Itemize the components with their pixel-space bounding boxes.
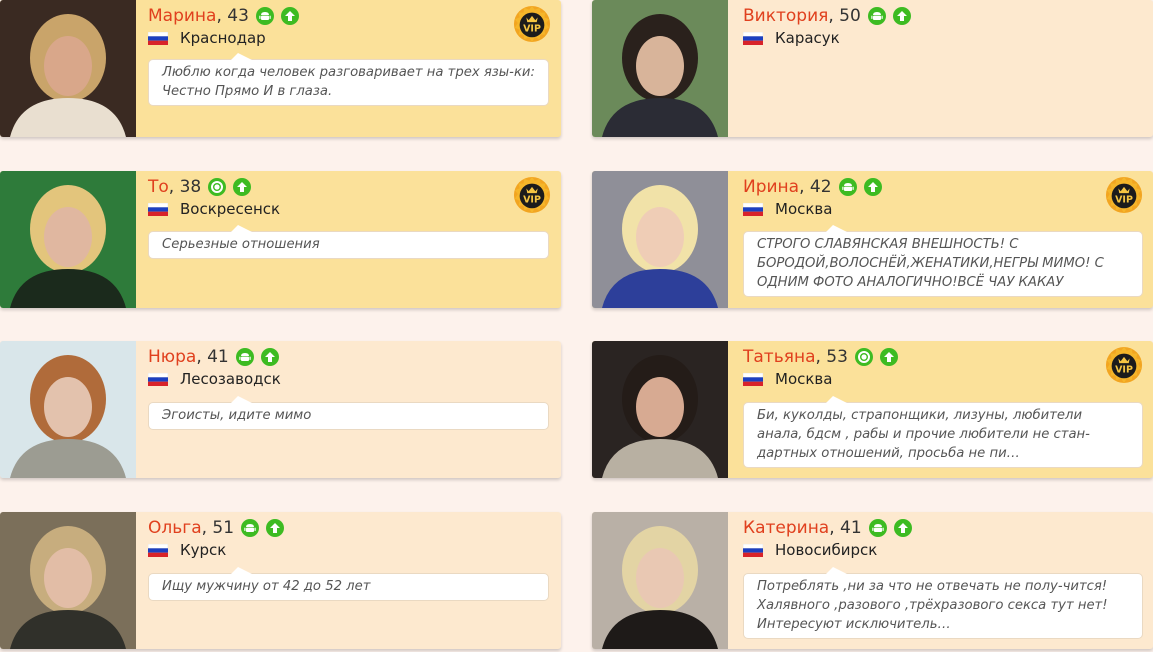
svg-text:VIP: VIP [523,195,541,206]
profile-name[interactable]: Ольга [148,518,202,538]
vip-crown-badge: VIP [513,176,551,214]
profile-card-1[interactable]: Марина , 43 Краснодар Люблю когда челове… [0,0,561,137]
profile-status-bubble: Люблю когда человек разговаривает на тре… [148,53,549,106]
profile-city: Карасук [775,29,840,47]
name-line: Катерина , 41 [743,518,912,538]
profile-age: , 38 [168,177,202,197]
profile-name[interactable]: Катерина [743,518,829,538]
profile-city: Новосибирск [775,541,878,559]
profile-status-bubble: Серьезные отношения [148,225,549,259]
russia-flag-icon [743,372,763,386]
vip-crown-badge: VIP [513,5,551,43]
profile-photo[interactable] [592,512,728,649]
raise-arrow-icon[interactable] [879,348,898,366]
android-icon [838,178,857,196]
raise-arrow-icon[interactable] [893,519,912,537]
profile-status-bubble: Потреблять ,ни за что не отвечать не пол… [743,567,1143,639]
profile-status-bubble: СТРОГО СЛАВЯНСКАЯ ВНЕШНОСТЬ! С БОРОДОЙ,В… [743,225,1143,297]
name-line: Марина , 43 [148,6,299,26]
city-line: Карасук [743,29,840,47]
profile-photo[interactable] [0,0,136,137]
raise-arrow-icon[interactable] [233,178,252,196]
profile-city: Москва [775,200,833,218]
online-status-icon [208,178,227,196]
profile-photo[interactable] [592,0,728,137]
profile-photo[interactable] [0,171,136,308]
profile-name[interactable]: Ирина [743,177,799,197]
svg-text:VIP: VIP [1115,365,1133,376]
russia-flag-icon [148,31,168,45]
profile-name[interactable]: Нюра [148,347,196,367]
profile-card-5[interactable]: Нюра , 41 Лесозаводск Эгоисты, идите мим… [0,341,561,478]
profile-age: , 50 [828,6,861,26]
svg-text:VIP: VIP [1115,195,1133,206]
raise-arrow-icon[interactable] [892,7,911,25]
profile-city: Воскресенск [180,200,281,218]
profile-name[interactable]: Татьяна [743,347,815,367]
profile-city: Курск [180,541,227,559]
profile-name[interactable]: Марина [148,6,216,26]
profile-name[interactable]: Виктория [743,6,828,26]
raise-arrow-icon[interactable] [260,348,279,366]
profile-name[interactable]: То [148,177,169,197]
profile-status-bubble: Ищу мужчину от 42 до 52 лет [148,567,549,601]
online-status-icon [854,348,873,366]
profile-card-4[interactable]: Ирина , 42 Москва СТРОГО СЛАВЯНСКАЯ ВНЕШ… [592,171,1153,308]
profile-city: Краснодар [180,29,266,47]
city-line: Воскресенск [148,200,280,218]
profile-age: , 41 [196,347,229,367]
name-line: Ольга , 51 [148,518,285,538]
profile-age: , 53 [815,347,848,367]
raise-arrow-icon[interactable] [863,178,882,196]
android-icon [241,519,260,537]
profile-status-bubble: Би, куколды, страпонщики, лизуны, любите… [743,396,1143,468]
name-line: Виктория , 50 [743,6,911,26]
city-line: Лесозаводск [148,370,281,388]
android-icon [255,7,274,25]
profile-photo[interactable] [592,171,728,308]
city-line: Москва [743,370,832,388]
profile-city: Москва [775,370,833,388]
russia-flag-icon [148,372,168,386]
profile-photo[interactable] [592,341,728,478]
name-line: Нюра , 41 [148,347,279,367]
profile-age: , 42 [799,177,832,197]
russia-flag-icon [148,543,168,557]
profile-card-7[interactable]: Ольга , 51 Курск Ищу мужчину от 42 до 52… [0,512,561,649]
android-icon [235,348,254,366]
profile-photo[interactable] [0,512,136,649]
profile-card-3[interactable]: То , 38 Воскресенск Серьезные отношения … [0,171,561,308]
profile-age: , 43 [216,6,249,26]
name-line: Татьяна , 53 [743,347,898,367]
profile-card-6[interactable]: Татьяна , 53 Москва Би, куколды, страпон… [592,341,1153,478]
vip-crown-badge: VIP [1105,176,1143,214]
russia-flag-icon [743,31,763,45]
android-icon [867,7,886,25]
name-line: То , 38 [148,177,252,197]
name-line: Ирина , 42 [743,177,882,197]
russia-flag-icon [743,543,763,557]
profile-age: , 51 [201,518,235,538]
profile-status-bubble: Эгоисты, идите мимо [148,396,549,430]
profile-card-2[interactable]: Виктория , 50 Карасук [592,0,1153,137]
android-icon [868,519,887,537]
russia-flag-icon [148,202,168,216]
city-line: Новосибирск [743,541,877,559]
russia-flag-icon [743,202,763,216]
svg-text:VIP: VIP [523,24,541,35]
raise-arrow-icon[interactable] [266,519,285,537]
city-line: Курск [148,541,226,559]
profile-age: , 41 [829,518,862,538]
city-line: Москва [743,200,832,218]
city-line: Краснодар [148,29,266,47]
vip-crown-badge: VIP [1105,346,1143,384]
profile-city: Лесозаводск [180,370,281,388]
profile-photo[interactable] [0,341,136,478]
profile-card-8[interactable]: Катерина , 41 Новосибирск Потреблять ,ни… [592,512,1153,649]
raise-arrow-icon[interactable] [280,7,299,25]
